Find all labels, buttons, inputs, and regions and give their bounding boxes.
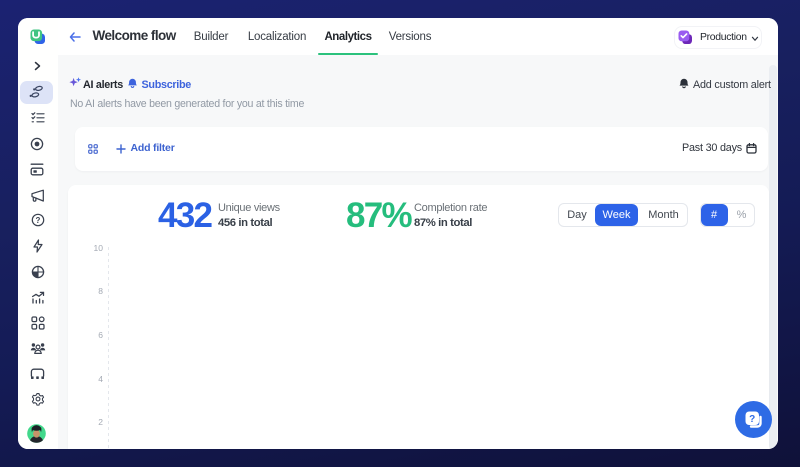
svg-text:?: ?	[36, 216, 41, 225]
svg-text:?: ?	[749, 414, 755, 425]
